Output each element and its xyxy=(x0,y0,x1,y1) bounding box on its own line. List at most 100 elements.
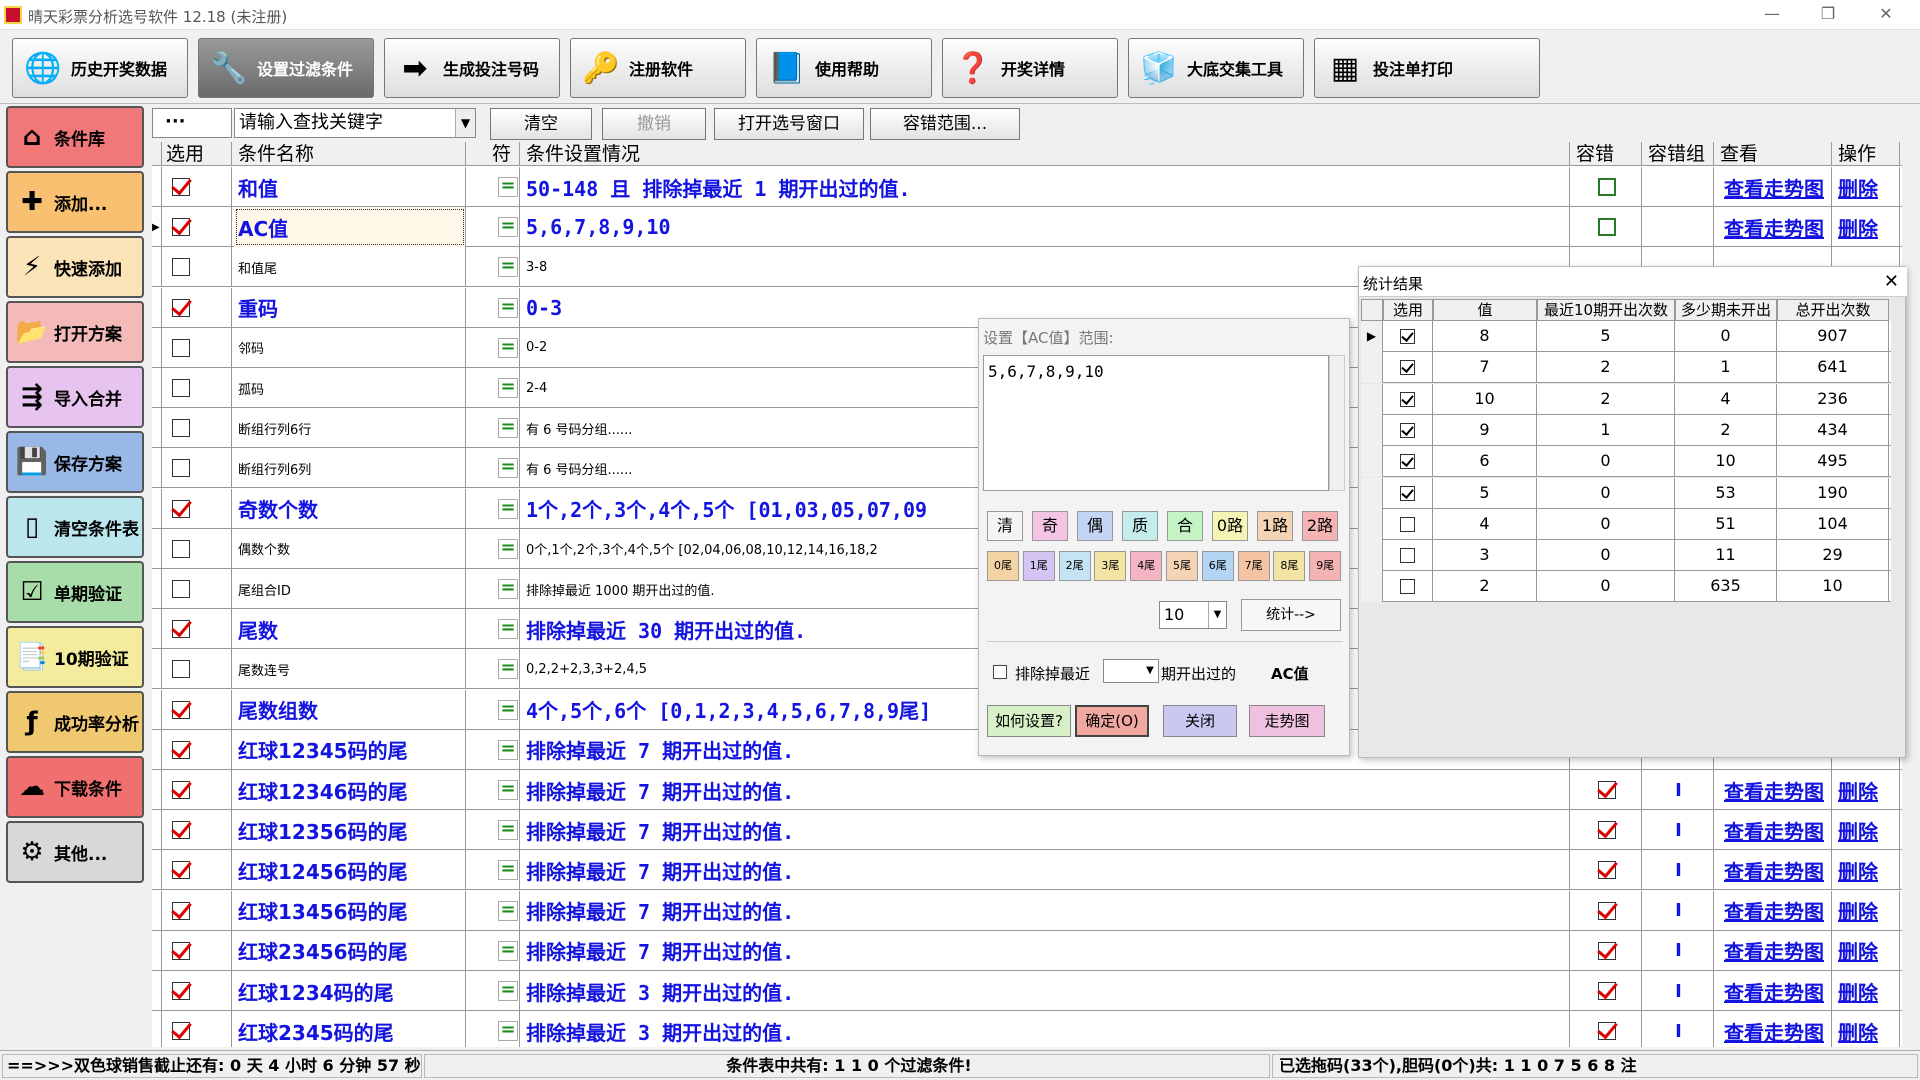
equals-icon[interactable]: = xyxy=(498,418,518,439)
toolbar-button-1[interactable]: 🔧 设置过滤条件 xyxy=(198,38,374,98)
name-cell[interactable]: 红球12346码的尾 xyxy=(234,770,466,810)
view-trend-link[interactable]: 查看走势图 xyxy=(1716,1017,1824,1046)
tolerance-checkbox[interactable] xyxy=(1597,941,1616,960)
sidebar-button-9[interactable]: ƒ 成功率分析 xyxy=(6,691,144,753)
setting-cell[interactable]: 排除掉最近 7 期开出过的值. xyxy=(522,810,1570,851)
toolbar-button-4[interactable]: 📘 使用帮助 xyxy=(756,38,932,98)
use-checkbox[interactable] xyxy=(172,338,190,357)
equals-icon[interactable]: = xyxy=(498,378,518,398)
equals-icon[interactable]: = xyxy=(498,257,518,278)
view-trend-link[interactable]: 查看走势图 xyxy=(1716,896,1824,925)
tolerance-checkbox[interactable] xyxy=(1597,901,1616,920)
name-cell[interactable]: 邻码 xyxy=(234,327,466,368)
use-checkbox[interactable] xyxy=(172,419,190,438)
use-checkbox[interactable] xyxy=(172,781,190,799)
stat-button[interactable]: 统计--> xyxy=(1241,599,1341,631)
equals-icon[interactable]: = xyxy=(498,458,518,479)
use-checkbox[interactable] xyxy=(172,660,190,679)
use-checkbox[interactable] xyxy=(172,620,190,639)
delete-link[interactable]: 删除 xyxy=(1834,1017,1878,1046)
view-trend-link[interactable]: 查看走势图 xyxy=(1716,173,1824,202)
trend-button[interactable]: 走势图 xyxy=(1249,705,1325,737)
use-checkbox[interactable] xyxy=(172,580,190,598)
name-cell[interactable]: 重码 xyxy=(234,287,466,328)
tolerance-checkbox[interactable] xyxy=(1597,982,1616,1000)
sidebar-button-2[interactable]: ⚡ 快速添加 xyxy=(6,236,144,298)
use-checkbox[interactable] xyxy=(172,700,190,719)
dialog-close-button[interactable]: 关闭 xyxy=(1163,705,1237,737)
sidebar-button-4[interactable]: ⇶ 导入合并 xyxy=(6,366,144,428)
undo-button[interactable]: 撤销 xyxy=(602,108,706,140)
toolbar-button-0[interactable]: 🌐 历史开奖数据 xyxy=(12,38,188,98)
quick-key-0[interactable]: 清 xyxy=(987,511,1023,541)
tolerance-checkbox[interactable] xyxy=(1597,861,1616,880)
name-cell[interactable]: 红球12345码的尾 xyxy=(234,729,466,770)
view-trend-link[interactable]: 查看走势图 xyxy=(1716,816,1824,845)
equals-icon[interactable]: = xyxy=(498,659,518,680)
tolerance-checkbox[interactable] xyxy=(1597,781,1616,799)
delete-link[interactable]: 删除 xyxy=(1834,776,1878,805)
tail-key-9[interactable]: 9尾 xyxy=(1309,551,1342,581)
setting-cell[interactable]: 排除掉最近 3 期开出过的值. xyxy=(522,1011,1570,1047)
delete-link[interactable]: 删除 xyxy=(1834,977,1878,1006)
name-cell[interactable]: 断组行列6列 xyxy=(234,448,466,489)
equals-icon[interactable]: = xyxy=(498,699,518,720)
view-trend-link[interactable]: 查看走势图 xyxy=(1716,856,1824,885)
equals-icon[interactable]: = xyxy=(498,217,518,238)
toolbar-button-3[interactable]: 🔑 注册软件 xyxy=(570,38,746,98)
name-cell[interactable]: AC值 xyxy=(234,207,466,248)
view-trend-link[interactable]: 查看走势图 xyxy=(1716,776,1824,805)
equals-icon[interactable]: = xyxy=(498,619,518,640)
sidebar-button-11[interactable]: ⚙ 其他... xyxy=(6,821,144,883)
quick-key-6[interactable]: 1路 xyxy=(1257,511,1293,541)
sidebar-button-0[interactable]: ⌂ 条件库 xyxy=(6,106,144,168)
equals-icon[interactable]: = xyxy=(498,297,518,318)
equals-icon[interactable]: = xyxy=(498,780,518,800)
setting-cell[interactable]: 排除掉最近 3 期开出过的值. xyxy=(522,971,1570,1011)
name-cell[interactable]: 红球12356码的尾 xyxy=(234,810,466,851)
use-checkbox[interactable] xyxy=(172,861,190,880)
tail-key-8[interactable]: 8尾 xyxy=(1273,551,1306,581)
tolerance-checkbox[interactable] xyxy=(1597,821,1616,840)
use-checkbox[interactable] xyxy=(172,459,190,478)
sidebar-button-7[interactable]: ☑ 单期验证 xyxy=(6,561,144,623)
setting-cell[interactable]: 50-148 且 排除掉最近 1 期开出过的值. xyxy=(522,167,1570,207)
minimize-button[interactable]: — xyxy=(1744,0,1800,30)
delete-link[interactable]: 删除 xyxy=(1834,816,1878,845)
setting-cell[interactable]: 5,6,7,8,9,10 xyxy=(522,207,1570,248)
stats-checkbox[interactable] xyxy=(1400,548,1415,564)
tolerance-checkbox[interactable] xyxy=(1597,178,1616,196)
name-cell[interactable]: 尾数 xyxy=(234,609,466,650)
search-input[interactable]: 请输入查找关键字 ▼ xyxy=(234,108,476,138)
use-checkbox[interactable] xyxy=(172,821,190,840)
stats-checkbox[interactable] xyxy=(1400,454,1415,470)
use-checkbox[interactable] xyxy=(172,258,190,277)
stats-checkbox[interactable] xyxy=(1400,391,1415,407)
tolerance-checkbox[interactable] xyxy=(1597,1022,1616,1041)
delete-link[interactable]: 删除 xyxy=(1834,936,1878,965)
sidebar-button-3[interactable]: 📂 打开方案 xyxy=(6,301,144,363)
equals-icon[interactable]: = xyxy=(498,177,518,197)
tail-key-6[interactable]: 6尾 xyxy=(1201,551,1234,581)
equals-icon[interactable]: = xyxy=(498,337,518,358)
use-checkbox[interactable] xyxy=(172,499,190,518)
tail-key-1[interactable]: 1尾 xyxy=(1022,551,1055,581)
stats-checkbox[interactable] xyxy=(1400,422,1415,438)
name-cell[interactable]: 奇数个数 xyxy=(234,488,466,529)
sidebar-button-6[interactable]: ▯ 清空条件表 xyxy=(6,496,144,558)
exclude-period-select[interactable]: ▼ xyxy=(1103,659,1159,683)
use-checkbox[interactable] xyxy=(172,1022,190,1041)
delete-link[interactable]: 删除 xyxy=(1834,173,1878,202)
name-cell[interactable]: 和值 xyxy=(234,167,466,207)
equals-icon[interactable]: = xyxy=(498,900,518,921)
setting-cell[interactable]: 排除掉最近 7 期开出过的值. xyxy=(522,930,1570,971)
count-select[interactable]: 10 ▼ xyxy=(1159,601,1227,629)
name-cell[interactable]: 红球23456码的尾 xyxy=(234,930,466,971)
name-cell[interactable]: 孤码 xyxy=(234,368,466,408)
stats-checkbox[interactable] xyxy=(1400,329,1415,344)
view-trend-link[interactable]: 查看走势图 xyxy=(1716,977,1824,1006)
quick-key-2[interactable]: 偶 xyxy=(1077,511,1113,541)
tail-key-0[interactable]: 0尾 xyxy=(987,551,1019,581)
name-cell[interactable]: 红球13456码的尾 xyxy=(234,890,466,931)
sidebar-button-10[interactable]: ☁ 下载条件 xyxy=(6,756,144,818)
